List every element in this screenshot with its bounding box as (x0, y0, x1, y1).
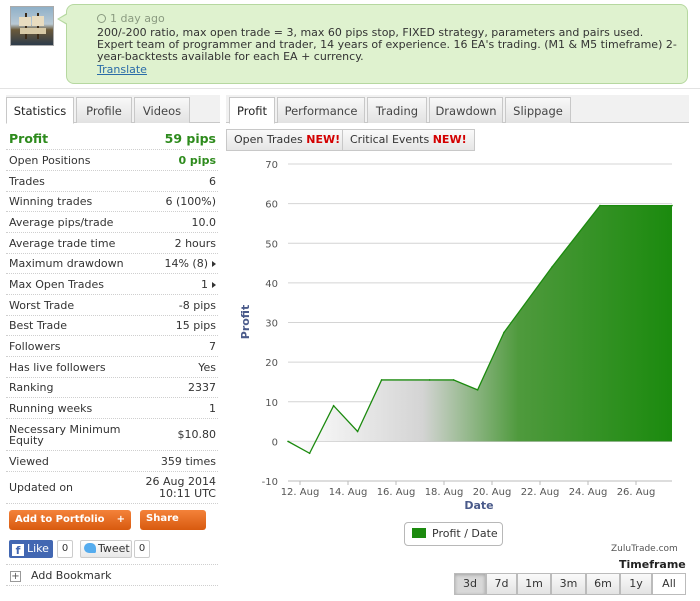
clock-icon (97, 14, 106, 23)
x-tick-label: 22. Aug (521, 487, 560, 498)
y-tick-label: 30 (265, 319, 278, 330)
timeframe-3d[interactable]: 3d (454, 573, 486, 595)
stat-average-pips: Average pips/trade 10.0 (6, 212, 218, 233)
share-button[interactable]: Share (140, 510, 206, 530)
x-tick-label: 26. Aug (617, 487, 656, 498)
avatar[interactable] (10, 6, 54, 46)
x-tick-label: 14. Aug (329, 487, 368, 498)
chart-legend[interactable]: Profit / Date (404, 522, 503, 546)
tab-trading[interactable]: Trading (367, 97, 427, 123)
y-tick-label: 50 (265, 239, 278, 250)
stat-average-trade-time: Average trade time 2 hours (6, 233, 218, 254)
stat-best-trade: Best Trade 15 pips (6, 316, 218, 336)
series-area-profit (288, 205, 672, 454)
timeframe-all[interactable]: All (652, 573, 686, 595)
stat-max-drawdown[interactable]: Maximum drawdown 14% (8) (6, 254, 218, 274)
y-tick-label: -10 (262, 477, 278, 488)
stat-worst-trade: Worst Trade -8 pips (6, 295, 218, 316)
tweet-button[interactable]: Tweet (80, 540, 132, 558)
timeframe-6m[interactable]: 6m (586, 573, 620, 595)
facebook-icon: f (12, 544, 24, 557)
divider (0, 88, 700, 89)
data-point (428, 379, 431, 381)
data-point (287, 440, 289, 443)
tab-videos[interactable]: Videos (134, 97, 190, 123)
data-point (452, 379, 455, 381)
x-tick-label: 20. Aug (473, 487, 512, 498)
x-tick-label: 18. Aug (425, 487, 464, 498)
tab-drawdown[interactable]: Drawdown (429, 97, 503, 123)
left-tabs: Statistics Profile Videos (6, 95, 220, 124)
y-tick-label: 70 (265, 160, 278, 171)
timeframe-1y[interactable]: 1y (620, 573, 652, 595)
y-tick-label: 20 (265, 358, 278, 369)
data-point (599, 204, 601, 207)
timeframe-3m[interactable]: 3m (551, 573, 586, 595)
y-tick-label: 0 (272, 437, 278, 448)
stat-profit: Profit 59 pips (6, 128, 218, 150)
expand-arrow-icon[interactable] (212, 261, 216, 267)
stat-trades: Trades 6 (6, 171, 218, 192)
x-axis-label: Date (464, 499, 493, 512)
new-badge: NEW! (306, 133, 341, 146)
stat-ranking: Ranking 2337 (6, 378, 218, 398)
stat-open-positions: Open Positions 0 pips (6, 150, 218, 171)
post-time: 1 day ago (97, 12, 677, 25)
x-tick-label: 24. Aug (569, 487, 608, 498)
data-point (671, 204, 673, 207)
right-tabs: Profit Performance Trading Drawdown Slip… (226, 95, 689, 124)
expand-arrow-icon[interactable] (212, 281, 216, 288)
y-tick-label: 40 (265, 279, 278, 290)
x-tick-label: 16. Aug (377, 487, 416, 498)
stat-updated-on: Updated on 26 Aug 2014 10:11 UTC (6, 472, 218, 504)
new-badge: NEW! (432, 133, 467, 146)
post-text: 200/-200 ratio, max open trade = 3, max … (97, 26, 677, 63)
y-tick-label: 10 (265, 398, 278, 409)
plus-icon: + (10, 571, 21, 582)
facebook-like-button[interactable]: f Like (9, 540, 53, 558)
data-point (476, 389, 479, 391)
y-tick-label: 60 (265, 200, 278, 211)
translate-link[interactable]: Translate (97, 63, 677, 76)
plus-icon: + (116, 514, 125, 525)
stat-max-open-trades[interactable]: Max Open Trades 1 (6, 274, 218, 295)
stat-winning-trades: Winning trades 6 (100%) (6, 192, 218, 212)
tab-profit[interactable]: Profit (229, 97, 275, 124)
tab-performance[interactable]: Performance (277, 97, 365, 123)
data-point (503, 331, 505, 334)
add-bookmark-link[interactable]: + Add Bookmark (6, 564, 218, 586)
tab-critical-events[interactable]: Critical Events NEW! (342, 129, 475, 151)
data-point (332, 404, 335, 407)
data-point (551, 266, 553, 268)
x-tick-label: 12. Aug (281, 487, 320, 498)
tab-open-trades[interactable]: Open Trades NEW! (226, 129, 349, 151)
timeframe-1m[interactable]: 1m (517, 573, 551, 595)
stat-min-equity: Necessary Minimum Equity $10.80 (6, 419, 218, 451)
tweet-count: 0 (134, 540, 150, 558)
data-point (380, 379, 383, 381)
add-to-portfolio-button[interactable]: Add to Portfolio + (9, 510, 131, 530)
timeframe-7d[interactable]: 7d (486, 573, 517, 595)
stat-viewed: Viewed 359 times (6, 451, 218, 472)
stat-running-weeks: Running weeks 1 (6, 398, 218, 419)
data-point (308, 452, 311, 455)
twitter-bird-icon (84, 543, 96, 553)
tab-statistics[interactable]: Statistics (6, 97, 74, 124)
tab-profile[interactable]: Profile (76, 97, 132, 123)
like-count: 0 (57, 540, 73, 558)
legend-swatch (412, 528, 426, 538)
tab-slippage[interactable]: Slippage (505, 97, 571, 123)
series-line-profit (287, 204, 672, 455)
stat-followers: Followers 7 (6, 336, 218, 357)
timeframe-label: Timeframe (619, 558, 686, 571)
data-point (356, 430, 359, 433)
chart-credit: ZuluTrade.com (611, 544, 678, 554)
y-axis-label: Profit (239, 305, 252, 339)
statistics-list: Profit 59 pips Open Positions 0 pips Trade… (6, 128, 218, 504)
post-bubble: 1 day ago 200/-200 ratio, max open trade… (57, 4, 688, 84)
stat-live-followers: Has live followers Yes (6, 357, 218, 378)
